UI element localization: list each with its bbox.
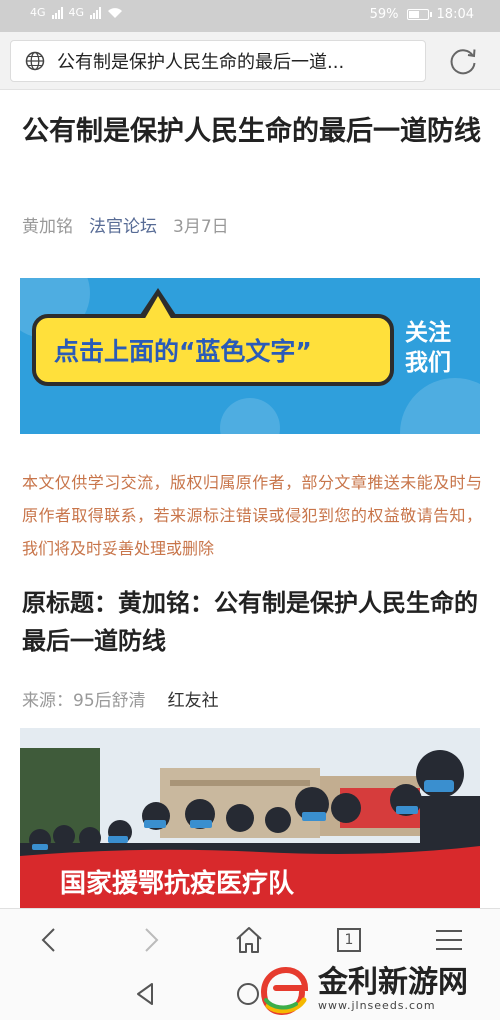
chevron-right-icon	[145, 928, 159, 952]
article-meta: 黄加铭 法官论坛 3月7日	[22, 212, 229, 237]
source-label: 来源：95后舒清	[22, 691, 146, 711]
original-title: 原标题：黄加铭：公有制是保护人民生命的最后一道防线	[22, 589, 478, 655]
status-right: 59% 18:04	[370, 7, 474, 22]
home-button[interactable]	[232, 923, 266, 957]
copyright-notice: 本文仅供学习交流，版权归属原作者，部分文章推送未能及时与原作者取得联系，若来源标…	[22, 473, 482, 558]
watermark-text: 金利新游网	[318, 964, 468, 1000]
chevron-left-icon	[41, 928, 55, 952]
menu-button[interactable]	[432, 923, 466, 957]
signal-icon	[51, 6, 63, 19]
address-title: 公有制是保护人民生命的最后一道...	[57, 52, 345, 73]
medical-team-photo: 国家援鄂抗疫医疗队	[20, 728, 480, 908]
nav-home-icon[interactable]	[236, 982, 260, 1006]
banner-decoration	[220, 398, 280, 434]
battery-icon	[406, 9, 432, 20]
article-photo: 国家援鄂抗疫医疗队	[20, 728, 480, 908]
follow-banner[interactable]: 点击上面的“蓝色文字” 关注 我们	[20, 278, 480, 434]
signal-icon-2	[90, 6, 102, 19]
back-button[interactable]	[32, 923, 66, 957]
speech-bubble: 点击上面的“蓝色文字”	[32, 288, 394, 386]
browser-header: 公有制是保护人民生命的最后一道...	[0, 32, 500, 90]
forward-button[interactable]	[134, 923, 168, 957]
refresh-icon[interactable]	[446, 44, 480, 78]
banner-bubble-text: 点击上面的“蓝色文字”	[54, 337, 312, 366]
address-bar[interactable]: 公有制是保护人民生命的最后一道...	[10, 40, 426, 82]
publisher: 红友社	[167, 691, 219, 711]
tabs-count: 1	[337, 928, 361, 952]
watermark-url: www.jlnseeds.com	[318, 998, 436, 1012]
status-bar: 4G 4G 59% 18:04	[0, 0, 500, 32]
home-icon	[236, 927, 262, 953]
author: 黄加铭	[22, 217, 73, 237]
follow-line-2: 我们	[405, 350, 451, 376]
menu-icon	[436, 930, 462, 950]
site-watermark: 金利新游网 www.jlnseeds.com	[258, 958, 498, 1020]
battery-percent: 59%	[369, 7, 399, 22]
account-link[interactable]: 法官论坛	[89, 212, 157, 237]
source-line: 来源：95后舒清 红友社	[22, 686, 219, 711]
battery-fill	[408, 11, 419, 18]
publish-date: 3月7日	[173, 217, 229, 237]
photo-banner-text: 国家援鄂抗疫医疗队	[60, 868, 295, 899]
clock: 18:04	[436, 7, 474, 22]
follow-us-text: 关注 我们	[398, 318, 458, 378]
wifi-icon	[108, 7, 123, 18]
tabs-button[interactable]: 1	[332, 923, 366, 957]
status-left: 4G 4G	[30, 6, 123, 19]
follow-line-1: 关注	[405, 320, 451, 346]
network-type-2: 4G	[68, 6, 85, 19]
watermark-logo-icon	[260, 966, 309, 1016]
network-type-1: 4G	[30, 6, 46, 19]
globe-icon	[25, 51, 45, 71]
nav-back-icon[interactable]	[134, 982, 156, 1006]
article-title: 公有制是保护人民生命的最后一道防线	[22, 116, 481, 147]
banner-decoration	[400, 378, 480, 434]
